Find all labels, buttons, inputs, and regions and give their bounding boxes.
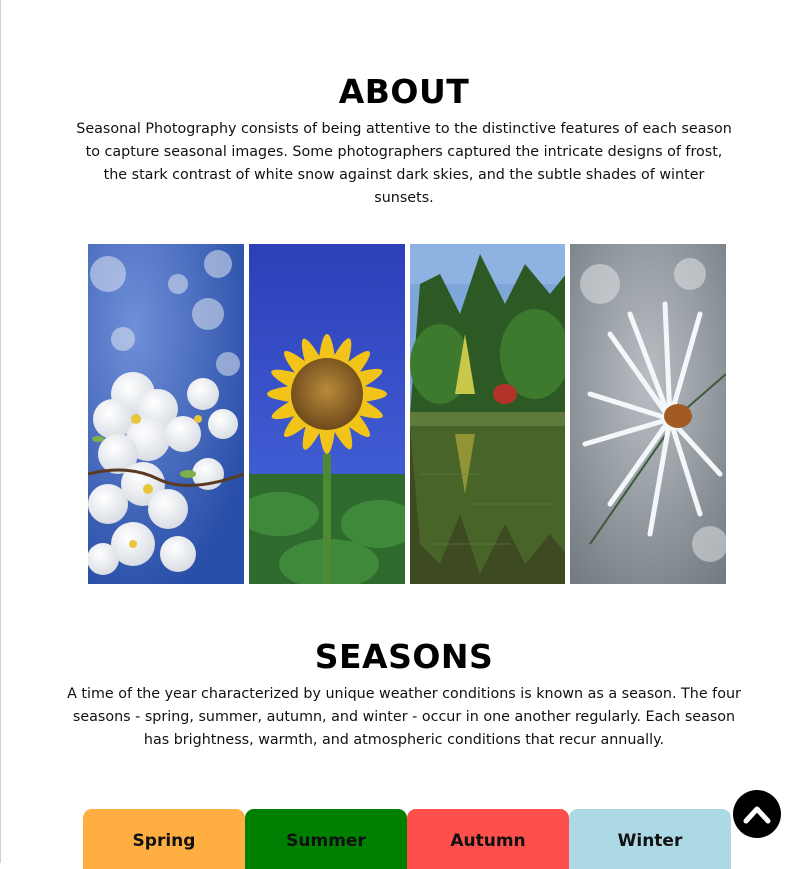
about-title: ABOUT: [338, 72, 470, 111]
seasons-title: SEASONS: [314, 637, 494, 676]
tab-winter-label: Winter: [617, 831, 683, 851]
tab-autumn-label: Autumn: [450, 831, 526, 851]
spring-photo: [88, 244, 244, 584]
season-tabs: Spring Summer Autumn Winter: [83, 809, 731, 869]
seasons-section: SEASONS A time of the year characterized…: [0, 635, 808, 752]
about-section: ABOUT Seasonal Photography consists of b…: [0, 70, 808, 210]
tab-winter[interactable]: Winter: [569, 809, 731, 869]
spring-blossom-image: [88, 244, 244, 584]
tab-summer[interactable]: Summer: [245, 809, 407, 869]
tab-summer-label: Summer: [286, 831, 366, 851]
about-description: Seasonal Photography consists of being a…: [76, 121, 732, 206]
winter-photo: [570, 244, 726, 584]
summer-sunflower-image: [248, 244, 405, 584]
tab-autumn[interactable]: Autumn: [407, 809, 569, 869]
tab-spring-label: Spring: [132, 831, 196, 851]
photo-gallery: [88, 244, 726, 584]
tab-spring[interactable]: Spring: [83, 809, 245, 869]
chevron-up-icon: [743, 806, 771, 824]
seasons-description: A time of the year characterized by uniq…: [67, 686, 741, 748]
autumn-lake-image: [409, 244, 566, 584]
winter-frost-image: [570, 244, 726, 584]
autumn-photo: [409, 244, 566, 584]
summer-photo: [248, 244, 405, 584]
back-to-top-button[interactable]: [733, 790, 781, 838]
